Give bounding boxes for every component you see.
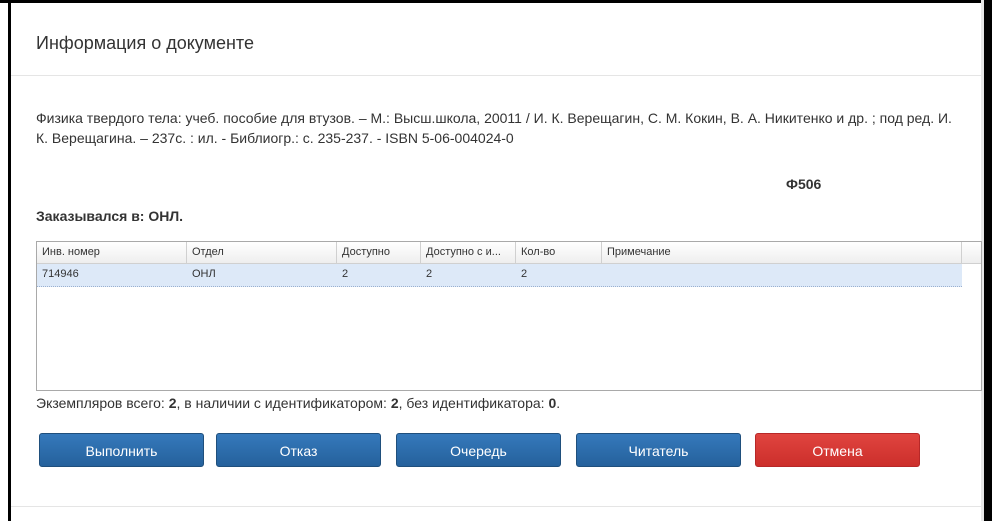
document-info-dialog: Информация о документе Физика твердого т… [11, 3, 982, 521]
summary-suffix: . [556, 395, 561, 411]
window-frame-right [984, 0, 992, 521]
cell-note [602, 264, 962, 285]
table-header: Инв. номер Отдел Доступно Доступно с и..… [37, 242, 981, 264]
column-header-dept[interactable]: Отдел [187, 242, 337, 263]
shelfmark: Ф506 [786, 176, 822, 192]
cell-qty: 2 [521, 268, 528, 280]
cell-available: 2 [342, 268, 349, 280]
document-description: Физика твердого тела: учеб. пособие для … [36, 110, 952, 146]
refuse-button[interactable]: Отказ [216, 433, 381, 467]
column-header-qty[interactable]: Кол-во [516, 242, 602, 263]
scrollbar-corner [962, 242, 981, 263]
execute-button[interactable]: Выполнить [39, 433, 204, 467]
cancel-button[interactable]: Отмена [755, 433, 920, 467]
cell-inv: 714946 [42, 268, 79, 280]
cell-dept: ОНЛ [192, 268, 216, 280]
queue-button[interactable]: Очередь [396, 433, 561, 467]
summary-mid1: , в наличии с идентификатором: [176, 395, 391, 411]
column-header-inv[interactable]: Инв. номер [37, 242, 187, 263]
column-header-note[interactable]: Примечание [602, 242, 962, 263]
column-header-available-id[interactable]: Доступно с и... [421, 242, 516, 263]
ordered-in-label: Заказывался в: ОНЛ. [36, 208, 184, 224]
dialog-footer-divider [11, 506, 981, 507]
summary-mid2: , без идентификатора: [398, 395, 549, 411]
column-header-available[interactable]: Доступно [337, 242, 421, 263]
dialog-title: Информация о документе [36, 33, 254, 53]
copies-summary: Экземпляров всего: 2, в наличии с иденти… [36, 395, 560, 411]
cell-available-id: 2 [426, 268, 433, 280]
reader-button[interactable]: Читатель [576, 433, 741, 467]
summary-with-id: 2 [390, 395, 399, 411]
dialog-header: Информация о документе [11, 3, 981, 76]
table-row[interactable]: 714946 ОНЛ 2 2 2 [37, 264, 962, 287]
copies-table: Инв. номер Отдел Доступно Доступно с и..… [36, 241, 982, 391]
summary-prefix: Экземпляров всего: [36, 395, 169, 411]
